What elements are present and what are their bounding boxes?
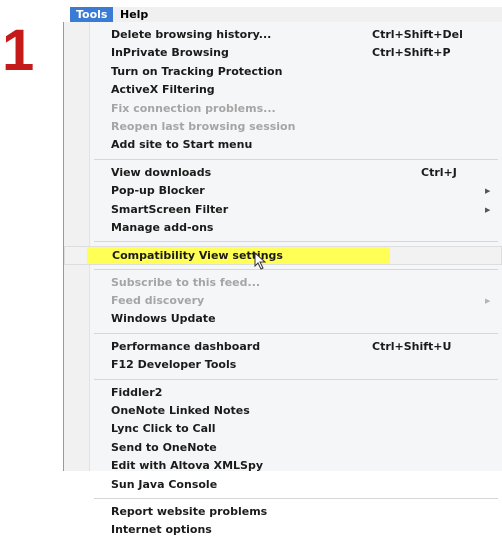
menu-item-f12-developer-tools[interactable]: F12 Developer Tools (64, 356, 502, 374)
menu-item-label: Fix connection problems... (111, 101, 276, 115)
menu-item-label: View downloads (111, 165, 212, 179)
menu-item-fiddler2[interactable]: Fiddler2 (64, 384, 502, 402)
menu-item-subscribe-to-this-feed: Subscribe to this feed... (64, 274, 502, 292)
menu-item-label: Windows Update (111, 312, 216, 326)
menu-bar: Tools Help (70, 7, 502, 22)
menu-item-edit-with-altova-xmlspy[interactable]: Edit with Altova XMLSpy (64, 457, 502, 475)
menu-separator (64, 155, 502, 164)
menu-tools[interactable]: Tools (70, 7, 114, 22)
menu-item-shortcut: Ctrl+Shift+P (372, 46, 451, 60)
menu-item-label: Subscribe to this feed... (111, 275, 261, 289)
menu-item-label: Fiddler2 (111, 385, 163, 399)
menu-item-label: Sun Java Console (111, 477, 218, 491)
menu-item-label: Reopen last browsing session (111, 119, 296, 133)
menu-item-turn-on-tracking-protection[interactable]: Turn on Tracking Protection (64, 63, 502, 81)
menu-item-pop-up-blocker[interactable]: Pop-up Blocker ▶ (64, 182, 502, 200)
menu-item-report-website-problems[interactable]: Report website problems (64, 503, 502, 521)
menu-item-send-to-onenote[interactable]: Send to OneNote (64, 439, 502, 457)
menu-item-onenote-linked-notes[interactable]: OneNote Linked Notes (64, 402, 502, 420)
menu-item-label: Add site to Start menu (111, 138, 253, 152)
submenu-arrow-icon: ▶ (485, 205, 491, 214)
menu-item-activex-filtering[interactable]: ActiveX Filtering (64, 81, 502, 99)
menu-item-performance-dashboard[interactable]: Performance dashboard Ctrl+Shift+U (64, 338, 502, 356)
menu-item-delete-browsing-history[interactable]: Delete browsing history... Ctrl+Shift+Del (64, 26, 502, 44)
menu-separator (64, 265, 502, 274)
menu-item-label: Turn on Tracking Protection (111, 64, 283, 78)
submenu-arrow-icon: ▶ (485, 297, 491, 306)
menu-item-label: Delete browsing history... (111, 28, 272, 41)
menu-item-label: Send to OneNote (111, 440, 217, 454)
menu-item-label: OneNote Linked Notes (111, 404, 250, 418)
menu-item-windows-update[interactable]: Windows Update (64, 310, 502, 328)
menu-item-inprivate-browsing[interactable]: InPrivate Browsing Ctrl+Shift+P (64, 44, 502, 62)
menu-item-smartscreen-filter[interactable]: SmartScreen Filter ▶ (64, 201, 502, 219)
menu-item-view-downloads[interactable]: View downloads Ctrl+J (64, 164, 502, 182)
menu-item-internet-options[interactable]: Internet options (64, 521, 502, 539)
submenu-arrow-icon: ▶ (485, 187, 491, 196)
menu-item-shortcut: Ctrl+J (421, 165, 457, 179)
menu-item-label: InPrivate Browsing (111, 46, 229, 60)
step-number: 1 (2, 18, 35, 83)
menu-item-label: Feed discovery (111, 294, 205, 308)
menu-item-label: Internet options (111, 523, 212, 537)
menu-separator (64, 329, 502, 338)
mouse-pointer-icon (254, 252, 267, 270)
menu-item-label: Report website problems (111, 504, 268, 518)
menu-item-shortcut: Ctrl+Shift+Del (372, 28, 463, 41)
menu-item-label: Pop-up Blocker (111, 184, 205, 198)
menu-item-label: F12 Developer Tools (111, 358, 237, 372)
menu-item-sun-java-console[interactable]: Sun Java Console (64, 476, 502, 494)
menu-separator (64, 237, 502, 246)
menu-item-label: Lync Click to Call (111, 422, 216, 436)
menu-item-compatibility-view-settings[interactable]: Compatibility View settings (64, 246, 502, 270)
tools-dropdown-menu: Delete browsing history... Ctrl+Shift+Del… (63, 22, 502, 536)
menu-help[interactable]: Help (114, 7, 154, 22)
menu-item-label: ActiveX Filtering (111, 83, 215, 97)
menu-item-label: Edit with Altova XMLSpy (111, 459, 264, 473)
menu-item-reopen-last-browsing-session: Reopen last browsing session (64, 118, 502, 136)
menu-item-feed-discovery: Feed discovery ▶ (64, 292, 502, 310)
menu-item-shortcut: Ctrl+Shift+U (372, 339, 452, 353)
menu-item-label: Performance dashboard (111, 339, 261, 353)
menu-separator (64, 375, 502, 384)
menu-item-label: Manage add-ons (111, 220, 214, 234)
menu-item-manage-add-ons[interactable]: Manage add-ons (64, 219, 502, 237)
menu-item-lync-click-to-call[interactable]: Lync Click to Call (64, 420, 502, 438)
menu-item-fix-connection-problems: Fix connection problems... (64, 100, 502, 118)
menu-item-label: SmartScreen Filter (111, 202, 229, 216)
menu-item-add-site-to-start-menu[interactable]: Add site to Start menu (64, 136, 502, 154)
menu-separator (64, 494, 502, 503)
